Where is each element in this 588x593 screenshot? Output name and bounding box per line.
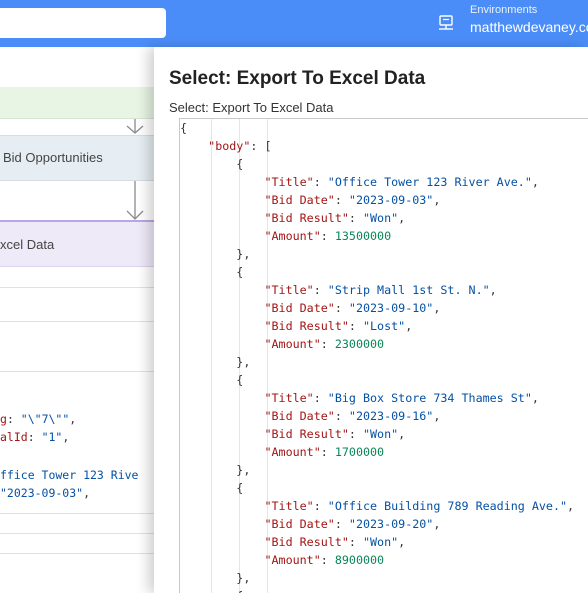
divider xyxy=(0,533,154,534)
flow-step-header xyxy=(0,87,154,119)
flow-canvas: Bid Opportunities xcel Data g: "\"7\"", … xyxy=(0,47,154,593)
environments-label: Environments xyxy=(470,4,538,16)
json-field: "Amount": 1700000 xyxy=(264,445,385,459)
bg-code-line: g: "\"7\"", xyxy=(0,412,77,426)
json-code: { "body": [ { "Title": "Office Tower 123… xyxy=(180,119,574,593)
json-line: { xyxy=(180,265,244,279)
json-line: }, xyxy=(180,355,251,369)
divider xyxy=(0,553,154,554)
panel-title: Select: Export To Excel Data xyxy=(169,68,426,89)
json-field: "Bid Date": "2023-09-03", xyxy=(264,193,441,207)
json-line: }, xyxy=(180,463,251,477)
flow-action-label: Bid Opportunities xyxy=(3,150,103,165)
divider xyxy=(0,513,154,514)
environment-icon[interactable] xyxy=(437,14,455,32)
json-field: "Bid Result": "Won", xyxy=(264,211,406,225)
json-root-key: "body": [ xyxy=(208,139,272,153)
json-field: "Bid Date": "2023-09-20", xyxy=(264,517,441,531)
connector-arrow-icon xyxy=(126,119,144,134)
json-field: "Bid Result": "Lost", xyxy=(264,319,413,333)
json-field: "Bid Date": "2023-09-16", xyxy=(264,409,441,423)
json-line: }, xyxy=(180,571,251,585)
bg-code-line: "2023-09-03", xyxy=(0,486,91,500)
json-output-viewer[interactable]: { "body": [ { "Title": "Office Tower 123… xyxy=(179,118,588,593)
json-field: "Bid Date": "2023-09-10", xyxy=(264,301,441,315)
environment-name[interactable]: matthewdevaney.com xyxy=(470,19,588,35)
divider xyxy=(0,321,154,322)
json-field: "Amount": 8900000 xyxy=(264,553,385,567)
bg-code-line: ffice Tower 123 Rive xyxy=(0,468,139,482)
json-line: }, xyxy=(180,247,251,261)
json-field: "Bid Result": "Won", xyxy=(264,427,406,441)
json-line: { xyxy=(180,121,188,135)
json-line: { xyxy=(180,157,244,171)
divider xyxy=(0,287,154,288)
json-field: "Title": "Office Building 789 Reading Av… xyxy=(264,499,575,513)
json-field: "Title": "Strip Mall 1st St. N.", xyxy=(264,283,497,297)
divider xyxy=(0,371,154,372)
json-field: "Amount": 13500000 xyxy=(264,229,392,243)
json-line: { xyxy=(180,373,244,387)
json-field: "Title": "Big Box Store 734 Thames St", xyxy=(264,391,539,405)
json-line: { xyxy=(180,481,244,495)
output-panel: Select: Export To Excel Data Select: Exp… xyxy=(154,47,588,593)
connector-arrow-icon xyxy=(126,181,144,220)
flow-action-card-selected[interactable]: xcel Data xyxy=(0,220,154,267)
output-label: Select: Export To Excel Data xyxy=(169,100,334,115)
json-field: "Amount": 2300000 xyxy=(264,337,385,351)
bg-code-line: alId: "1", xyxy=(0,430,70,444)
top-bar: Environments matthewdevaney.com xyxy=(0,0,588,47)
json-field: "Title": "Office Tower 123 River Ave.", xyxy=(264,175,539,189)
flow-action-label: xcel Data xyxy=(0,237,55,252)
json-line: { xyxy=(180,587,574,593)
search-input[interactable] xyxy=(0,8,166,38)
flow-action-card[interactable]: Bid Opportunities xyxy=(0,135,154,181)
json-field: "Bid Result": "Won", xyxy=(264,535,406,549)
